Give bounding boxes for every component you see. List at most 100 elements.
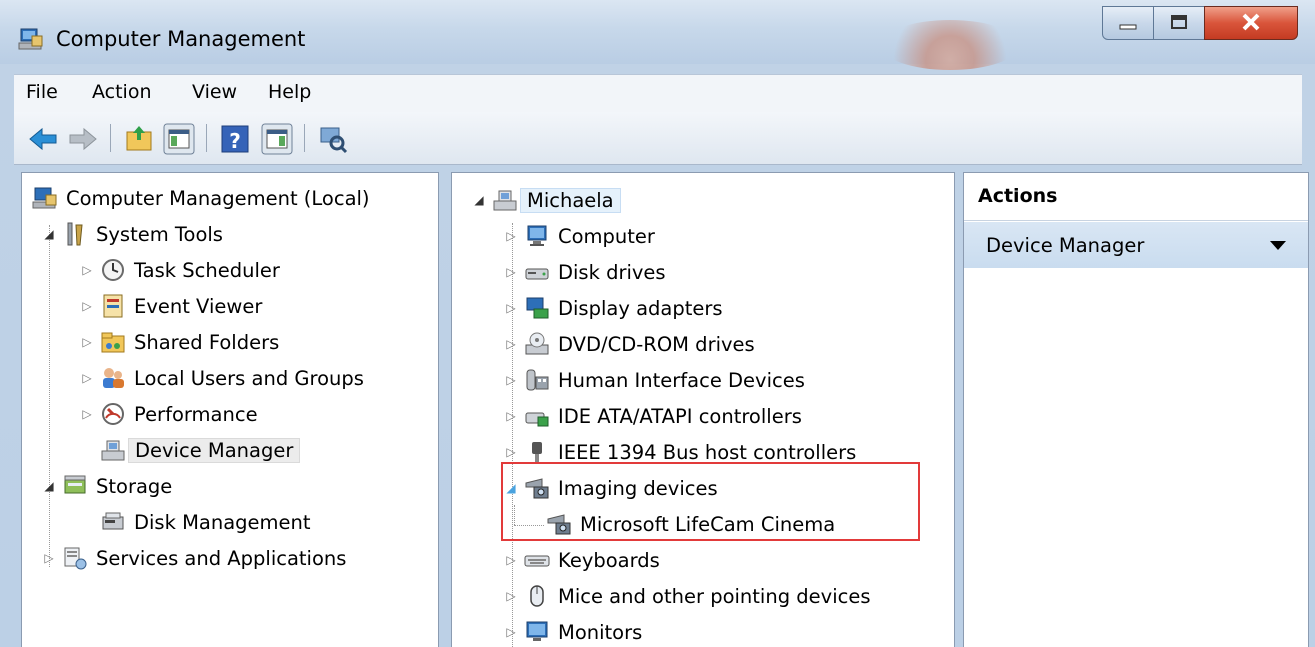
tree-item-device-manager[interactable]: Device Manager xyxy=(100,433,301,467)
actions-header: Actions xyxy=(964,173,1308,221)
device-label: Computer xyxy=(558,224,655,248)
expand-arrow-icon[interactable]: ▷ xyxy=(502,551,520,569)
expand-arrow-icon[interactable]: ▷ xyxy=(502,587,520,605)
expand-arrow-icon[interactable]: ▷ xyxy=(502,335,520,353)
tree-item-local-users-and-groups[interactable]: ▷ Local Users and Groups xyxy=(78,361,364,395)
expand-arrow-icon[interactable]: ▷ xyxy=(502,407,520,425)
tree-item-services-and-applications[interactable]: ▷ Services and Applications xyxy=(40,541,346,575)
expand-arrow-icon[interactable]: ▷ xyxy=(502,443,520,461)
device-category-dvd-cd-rom-drives[interactable]: ▷ DVD/CD-ROM drives xyxy=(502,327,755,361)
toolbar-separator xyxy=(304,124,305,152)
services-icon xyxy=(62,545,88,571)
svg-text:?: ? xyxy=(229,129,241,153)
tree-item-label: Computer Management (Local) xyxy=(66,186,370,210)
expand-arrow-icon[interactable]: ▷ xyxy=(78,405,96,423)
tree-item-storage[interactable]: ◢ Storage xyxy=(40,469,172,503)
menu-action[interactable]: Action xyxy=(92,81,152,103)
hid-icon xyxy=(524,367,550,393)
mouse-icon xyxy=(524,583,550,609)
expand-arrow-icon[interactable]: ▷ xyxy=(502,299,520,317)
help-icon[interactable]: ? xyxy=(218,122,252,156)
computer-icon xyxy=(524,223,550,249)
minimize-button[interactable] xyxy=(1102,6,1154,40)
performance-icon xyxy=(100,401,126,427)
device-category-keyboards[interactable]: ▷ Keyboards xyxy=(502,543,659,577)
show-hide-console-tree-icon[interactable] xyxy=(162,122,196,156)
device-category-human-interface-devices[interactable]: ▷ Human Interface Devices xyxy=(502,363,805,397)
device-label: Mice and other pointing devices xyxy=(558,584,871,608)
ide-controller-icon xyxy=(524,403,550,429)
device-label: IEEE 1394 Bus host controllers xyxy=(558,440,857,464)
tree-item-label: Performance xyxy=(134,402,258,426)
keyboard-icon xyxy=(524,547,550,573)
tree-item-performance[interactable]: ▷ Performance xyxy=(78,397,258,431)
tree-item-label-selected: Device Manager xyxy=(128,437,301,463)
device-manager-icon xyxy=(100,437,126,463)
actions-device-manager[interactable]: Device Manager xyxy=(964,222,1308,268)
device-category-monitors[interactable]: ▷ Monitors xyxy=(502,615,642,647)
device-category-ide-ata-atapi-controllers[interactable]: ▷ IDE ATA/ATAPI controllers xyxy=(502,399,802,433)
tree-item-label: Local Users and Groups xyxy=(134,366,364,390)
menu-file[interactable]: File xyxy=(26,81,58,103)
tree-item-label: Shared Folders xyxy=(134,330,280,354)
expand-arrow-icon[interactable]: ▷ xyxy=(502,371,520,389)
users-icon xyxy=(100,365,126,391)
tree-item-shared-folders[interactable]: ▷ Shared Folders xyxy=(78,325,279,359)
device-label: Disk drives xyxy=(558,260,666,284)
menu-bar: File Action View Help xyxy=(14,74,1302,113)
collapse-arrow-icon[interactable]: ◢ xyxy=(40,225,58,243)
device-root-label: Michaela xyxy=(520,187,621,213)
expand-arrow-icon[interactable]: ▷ xyxy=(502,227,520,245)
actions-pane: Actions Device Manager xyxy=(963,172,1309,647)
collapse-arrow-icon[interactable]: ◢ xyxy=(40,477,58,495)
expand-arrow-icon[interactable]: ▷ xyxy=(78,297,96,315)
event-viewer-icon xyxy=(100,293,126,319)
device-category-disk-drives[interactable]: ▷ Disk drives xyxy=(502,255,666,289)
collapse-arrow-icon[interactable]: ◢ xyxy=(470,191,488,209)
expand-arrow-icon[interactable]: ▷ xyxy=(78,333,96,351)
device-category-mice-and-other-pointing-devices[interactable]: ▷ Mice and other pointing devices xyxy=(502,579,871,613)
device-label: DVD/CD-ROM drives xyxy=(558,332,755,356)
tree-item-label: Event Viewer xyxy=(134,294,263,318)
device-tree-pane: ◢ Michaela ▷ Computer ▷ Disk drives ▷ Di… xyxy=(451,172,955,647)
expand-arrow-icon[interactable]: ▷ xyxy=(502,263,520,281)
disk-drive-icon xyxy=(524,259,550,285)
console-tree-pane: Computer Management (Local) ◢ System Too… xyxy=(21,172,439,647)
clock-icon xyxy=(100,257,126,283)
close-button[interactable] xyxy=(1204,6,1298,40)
back-icon[interactable] xyxy=(26,122,60,156)
menu-help[interactable]: Help xyxy=(268,81,311,103)
maximize-button[interactable] xyxy=(1153,6,1205,40)
expand-arrow-icon[interactable]: ▷ xyxy=(78,369,96,387)
expand-arrow-icon[interactable]: ▷ xyxy=(502,623,520,641)
device-label: Display adapters xyxy=(558,296,723,320)
tree-line xyxy=(49,225,50,567)
device-category-computer[interactable]: ▷ Computer xyxy=(502,219,655,253)
background-blur xyxy=(880,20,1020,70)
shared-folder-icon xyxy=(100,329,126,355)
tree-item-system-tools[interactable]: ◢ System Tools xyxy=(40,217,223,251)
forward-icon[interactable] xyxy=(66,122,100,156)
device-root-michaela[interactable]: ◢ Michaela xyxy=(470,183,621,217)
dvd-drive-icon xyxy=(524,331,550,357)
display-adapter-icon xyxy=(524,295,550,321)
disk-management-icon xyxy=(100,509,126,535)
scan-hardware-icon[interactable] xyxy=(316,122,350,156)
expand-arrow-icon[interactable]: ▷ xyxy=(78,261,96,279)
device-label: Human Interface Devices xyxy=(558,368,805,392)
menu-view[interactable]: View xyxy=(192,81,237,103)
highlight-box xyxy=(501,462,920,541)
device-category-display-adapters[interactable]: ▷ Display adapters xyxy=(502,291,723,325)
computer-management-icon xyxy=(18,27,44,51)
up-folder-icon[interactable] xyxy=(122,122,156,156)
tree-item-event-viewer[interactable]: ▷ Event Viewer xyxy=(78,289,262,323)
tree-item-computer-management-local[interactable]: Computer Management (Local) xyxy=(32,181,370,215)
expand-arrow-icon[interactable]: ▷ xyxy=(40,549,58,567)
system-tools-icon xyxy=(62,221,88,247)
tree-item-task-scheduler[interactable]: ▷ Task Scheduler xyxy=(78,253,280,287)
title-bar[interactable]: Computer Management xyxy=(0,0,1315,70)
device-label: IDE ATA/ATAPI controllers xyxy=(558,404,802,428)
show-hide-action-pane-icon[interactable] xyxy=(260,122,294,156)
dropdown-arrow-icon[interactable] xyxy=(1270,241,1286,250)
tree-item-disk-management[interactable]: Disk Management xyxy=(100,505,311,539)
